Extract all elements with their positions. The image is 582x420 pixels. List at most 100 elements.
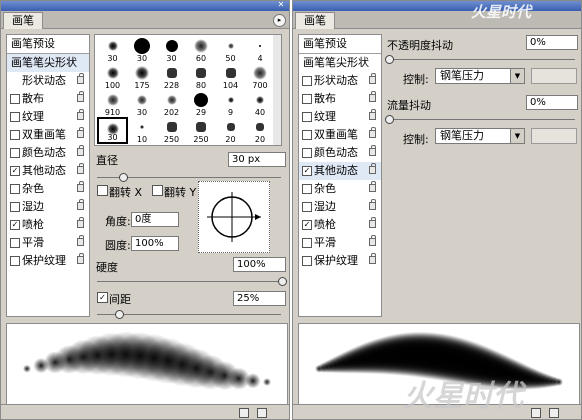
brush-tip[interactable]: 10 <box>127 117 158 144</box>
lock-icon[interactable] <box>369 217 376 228</box>
option-item[interactable]: 保护纹理 <box>299 252 381 270</box>
flow-jitter-field[interactable]: 0% <box>526 95 578 110</box>
option-checkbox[interactable] <box>302 238 312 248</box>
lock-icon[interactable] <box>369 253 376 264</box>
option-checkbox[interactable] <box>10 94 20 104</box>
trash-icon[interactable] <box>257 408 267 418</box>
brush-tip[interactable]: 20 <box>245 117 276 144</box>
option-item[interactable]: 杂色 <box>299 180 381 198</box>
lock-icon[interactable] <box>77 199 84 210</box>
brush-tip[interactable]: 228 <box>156 63 187 90</box>
option-checkbox[interactable] <box>10 202 20 212</box>
brush-tip[interactable]: 29 <box>186 90 217 117</box>
lock-icon[interactable] <box>369 235 376 246</box>
new-preset-icon[interactable] <box>239 408 249 418</box>
option-item[interactable]: 颜色动态 <box>7 144 89 162</box>
lock-icon[interactable] <box>77 253 84 264</box>
brush-tip[interactable]: 30 <box>127 36 158 63</box>
lock-icon[interactable] <box>77 109 84 120</box>
option-item[interactable]: 形状动态 <box>299 72 381 90</box>
brush-tip[interactable]: 60 <box>186 36 217 63</box>
new-preset-icon[interactable] <box>531 408 541 418</box>
lock-icon[interactable] <box>369 163 376 174</box>
option-checkbox[interactable] <box>302 94 312 104</box>
option-checkbox[interactable] <box>302 256 312 266</box>
panel-menu-icon[interactable]: ▸ <box>273 14 286 27</box>
option-item[interactable]: 纹理 <box>7 108 89 126</box>
spacing-slider-knob[interactable] <box>115 310 124 319</box>
option-item[interactable]: 湿边 <box>299 198 381 216</box>
option-checkbox[interactable] <box>302 130 312 140</box>
brush-tip[interactable]: 100 <box>97 63 128 90</box>
option-checkbox[interactable] <box>10 256 20 266</box>
brush-presets-item[interactable]: 画笔预设 <box>299 35 381 54</box>
option-item[interactable]: 保护纹理 <box>7 252 89 270</box>
lock-icon[interactable] <box>369 91 376 102</box>
spacing-field[interactable]: 25% <box>233 291 286 306</box>
option-item[interactable]: ✓ 其他动态 <box>299 162 381 180</box>
lock-icon[interactable] <box>77 145 84 156</box>
hardness-field[interactable]: 100% <box>233 257 286 272</box>
brush-tip[interactable]: 40 <box>245 90 276 117</box>
option-item[interactable]: 纹理 <box>299 108 381 126</box>
brush-tip[interactable]: 4 <box>245 36 276 63</box>
option-item[interactable]: 颜色动态 <box>299 144 381 162</box>
option-item[interactable]: 平滑 <box>299 234 381 252</box>
option-item[interactable]: 画笔笔尖形状 <box>7 54 89 72</box>
option-item[interactable]: 双重画笔 <box>7 126 89 144</box>
option-checkbox[interactable] <box>302 202 312 212</box>
option-item[interactable]: 双重画笔 <box>299 126 381 144</box>
opacity-jitter-field[interactable]: 0% <box>526 35 578 50</box>
spacing-slider[interactable] <box>97 314 281 315</box>
brush-tip[interactable]: 30 <box>156 36 187 63</box>
lock-icon[interactable] <box>77 181 84 192</box>
diameter-field[interactable]: 30 px <box>228 152 286 167</box>
brush-tip[interactable]: 80 <box>186 63 217 90</box>
lock-icon[interactable] <box>369 199 376 210</box>
flip-x-checkbox[interactable] <box>97 185 108 196</box>
lock-icon[interactable] <box>77 91 84 102</box>
option-item[interactable]: 杂色 <box>7 180 89 198</box>
lock-icon[interactable] <box>369 181 376 192</box>
brush-tip[interactable]: 250 <box>186 117 217 144</box>
brush-presets-item[interactable]: 画笔预设 <box>7 35 89 54</box>
option-checkbox[interactable] <box>10 238 20 248</box>
flow-jitter-slider-knob[interactable] <box>385 115 394 124</box>
option-checkbox[interactable] <box>302 112 312 122</box>
lock-icon[interactable] <box>77 127 84 138</box>
roundness-field[interactable]: 100% <box>131 236 179 251</box>
option-item[interactable]: 形状动态 <box>7 72 89 90</box>
lock-icon[interactable] <box>77 235 84 246</box>
brush-tip[interactable]: 175 <box>127 63 158 90</box>
option-checkbox[interactable] <box>302 184 312 194</box>
option-item[interactable]: 散布 <box>299 90 381 108</box>
brush-tip[interactable]: 20 <box>215 117 246 144</box>
brush-tip[interactable]: 700 <box>245 63 276 90</box>
brush-tip[interactable]: 202 <box>156 90 187 117</box>
option-checkbox[interactable]: ✓ <box>10 166 20 176</box>
brush-tip[interactable]: 9 <box>215 90 246 117</box>
lock-icon[interactable] <box>369 127 376 138</box>
option-checkbox[interactable] <box>10 130 20 140</box>
angle-roundness-widget[interactable] <box>198 181 270 253</box>
trash-icon[interactable] <box>549 408 559 418</box>
lock-icon[interactable] <box>369 145 376 156</box>
option-item[interactable]: 湿边 <box>7 198 89 216</box>
option-item[interactable]: 平滑 <box>7 234 89 252</box>
option-checkbox[interactable] <box>10 184 20 194</box>
lock-icon[interactable] <box>369 109 376 120</box>
option-checkbox[interactable]: ✓ <box>10 220 20 230</box>
option-checkbox[interactable] <box>302 148 312 158</box>
diameter-slider-knob[interactable] <box>119 173 128 182</box>
brush-tip[interactable]: 30 <box>127 90 158 117</box>
tab-brush[interactable]: 画笔 <box>3 12 43 29</box>
brush-tip[interactable]: 30 <box>97 36 128 63</box>
option-checkbox[interactable] <box>10 112 20 122</box>
brush-tip[interactable]: 250 <box>156 117 187 144</box>
control2-select[interactable]: 钢笔压力 ▼ <box>435 128 525 144</box>
brush-tip[interactable]: 50 <box>215 36 246 63</box>
option-checkbox[interactable] <box>10 148 20 158</box>
tab-brush[interactable]: 画笔 <box>295 12 335 29</box>
lock-icon[interactable] <box>369 73 376 84</box>
flow-jitter-slider[interactable] <box>387 119 575 120</box>
